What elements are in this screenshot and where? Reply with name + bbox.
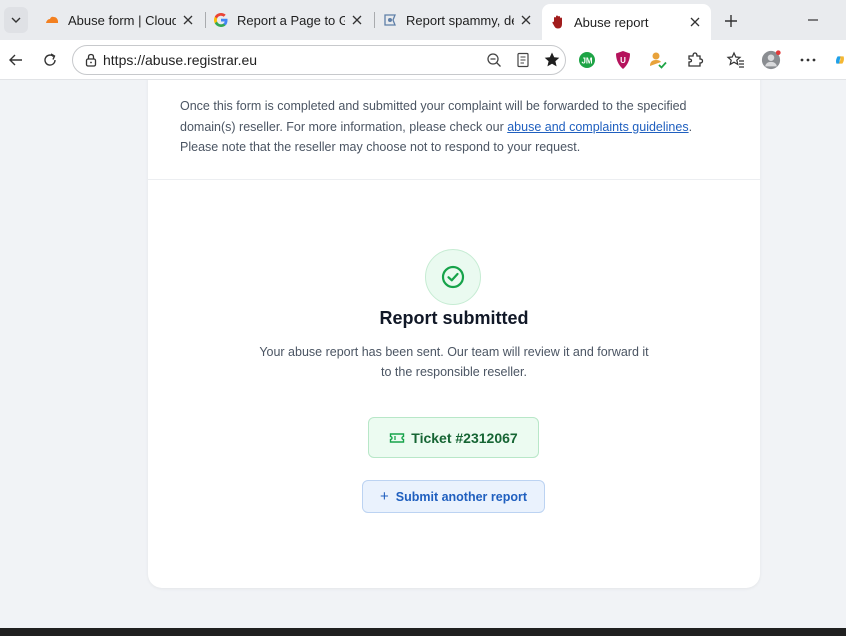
- address-bar[interactable]: https://abuse.registrar.eu: [72, 45, 566, 75]
- section-divider: [148, 179, 760, 180]
- reader-mode-icon[interactable]: [515, 52, 531, 68]
- copilot-icon[interactable]: [834, 50, 846, 70]
- arrow-left-icon: [9, 54, 22, 66]
- more-options-icon[interactable]: [798, 50, 818, 70]
- mm-extension-icon[interactable]: JM: [577, 50, 597, 70]
- intro-link-suffix: .: [688, 119, 693, 134]
- confirmation-text: Your abuse report has been sent. Our tea…: [259, 345, 649, 379]
- submit-another-report-button[interactable]: + Submit another report: [362, 480, 545, 513]
- intro-text: Once this form is completed and submitte…: [180, 96, 720, 158]
- close-icon[interactable]: [349, 12, 365, 28]
- ticket-number: Ticket #2312067: [411, 429, 518, 446]
- submit-another-label: Submit another report: [395, 489, 528, 504]
- report-icon: [382, 12, 398, 28]
- page-title: Report submitted: [379, 308, 529, 328]
- tab-actions-menu-button[interactable]: [4, 7, 28, 33]
- intro-note: Please note that the reseller may choose…: [180, 140, 581, 154]
- zoom-icon[interactable]: [486, 52, 502, 68]
- reload-icon: [44, 53, 56, 66]
- check-circle-icon: [441, 265, 465, 289]
- chevron-down-icon: [11, 17, 21, 23]
- ticket-icon: [389, 430, 405, 446]
- favorites-icon[interactable]: [726, 50, 746, 70]
- os-taskbar: [0, 628, 846, 636]
- tab-title: Report a Page to Goo: [237, 12, 345, 28]
- guidelines-link[interactable]: abuse and complaints guidelines: [507, 120, 688, 134]
- ticket-badge: Ticket #2312067: [368, 417, 539, 458]
- tab-title: Abuse report: [574, 14, 649, 30]
- lock-icon[interactable]: [83, 52, 99, 68]
- tab-title: Abuse form | Cloudfla: [68, 12, 176, 28]
- close-icon[interactable]: [180, 12, 196, 28]
- url-text[interactable]: https://abuse.registrar.eu: [103, 52, 257, 68]
- svg-text:JM: JM: [581, 57, 592, 66]
- tab-abuse-report[interactable]: Abuse report: [542, 4, 711, 40]
- favorite-star-icon[interactable]: [543, 51, 561, 69]
- profile-avatar[interactable]: [761, 50, 781, 70]
- report-card: Once this form is completed and submitte…: [148, 80, 760, 588]
- tab-strip: Abuse form | Cloudfla Report a Page to G…: [0, 0, 846, 40]
- back-button[interactable]: [4, 48, 28, 72]
- page-viewport: Once this form is completed and submitte…: [0, 80, 846, 628]
- minimize-window-button[interactable]: [800, 8, 826, 32]
- user-check-extension-icon[interactable]: [648, 50, 668, 70]
- plus-icon: +: [379, 488, 389, 505]
- svg-text:U: U: [620, 56, 626, 65]
- tab-google-report[interactable]: Report a Page to Goo: [205, 4, 373, 36]
- success-badge: [425, 249, 481, 305]
- new-tab-button[interactable]: [718, 8, 744, 34]
- browser-toolbar: https://abuse.registrar.eu JM U: [0, 40, 846, 80]
- cloudflare-icon: [44, 12, 60, 28]
- reload-button[interactable]: [38, 48, 62, 72]
- tab-report-spammy[interactable]: Report spammy, dece: [374, 4, 542, 36]
- close-icon[interactable]: [687, 14, 703, 30]
- hand-icon: [550, 14, 566, 30]
- google-icon: [213, 12, 229, 28]
- plus-icon: [725, 15, 737, 27]
- close-icon[interactable]: [518, 12, 534, 28]
- minimize-icon: [808, 19, 818, 21]
- extensions-puzzle-icon[interactable]: [685, 50, 705, 70]
- tab-cloudflare[interactable]: Abuse form | Cloudfla: [36, 4, 204, 36]
- tab-title: Report spammy, dece: [406, 12, 514, 28]
- ublock-shield-icon[interactable]: U: [613, 50, 633, 70]
